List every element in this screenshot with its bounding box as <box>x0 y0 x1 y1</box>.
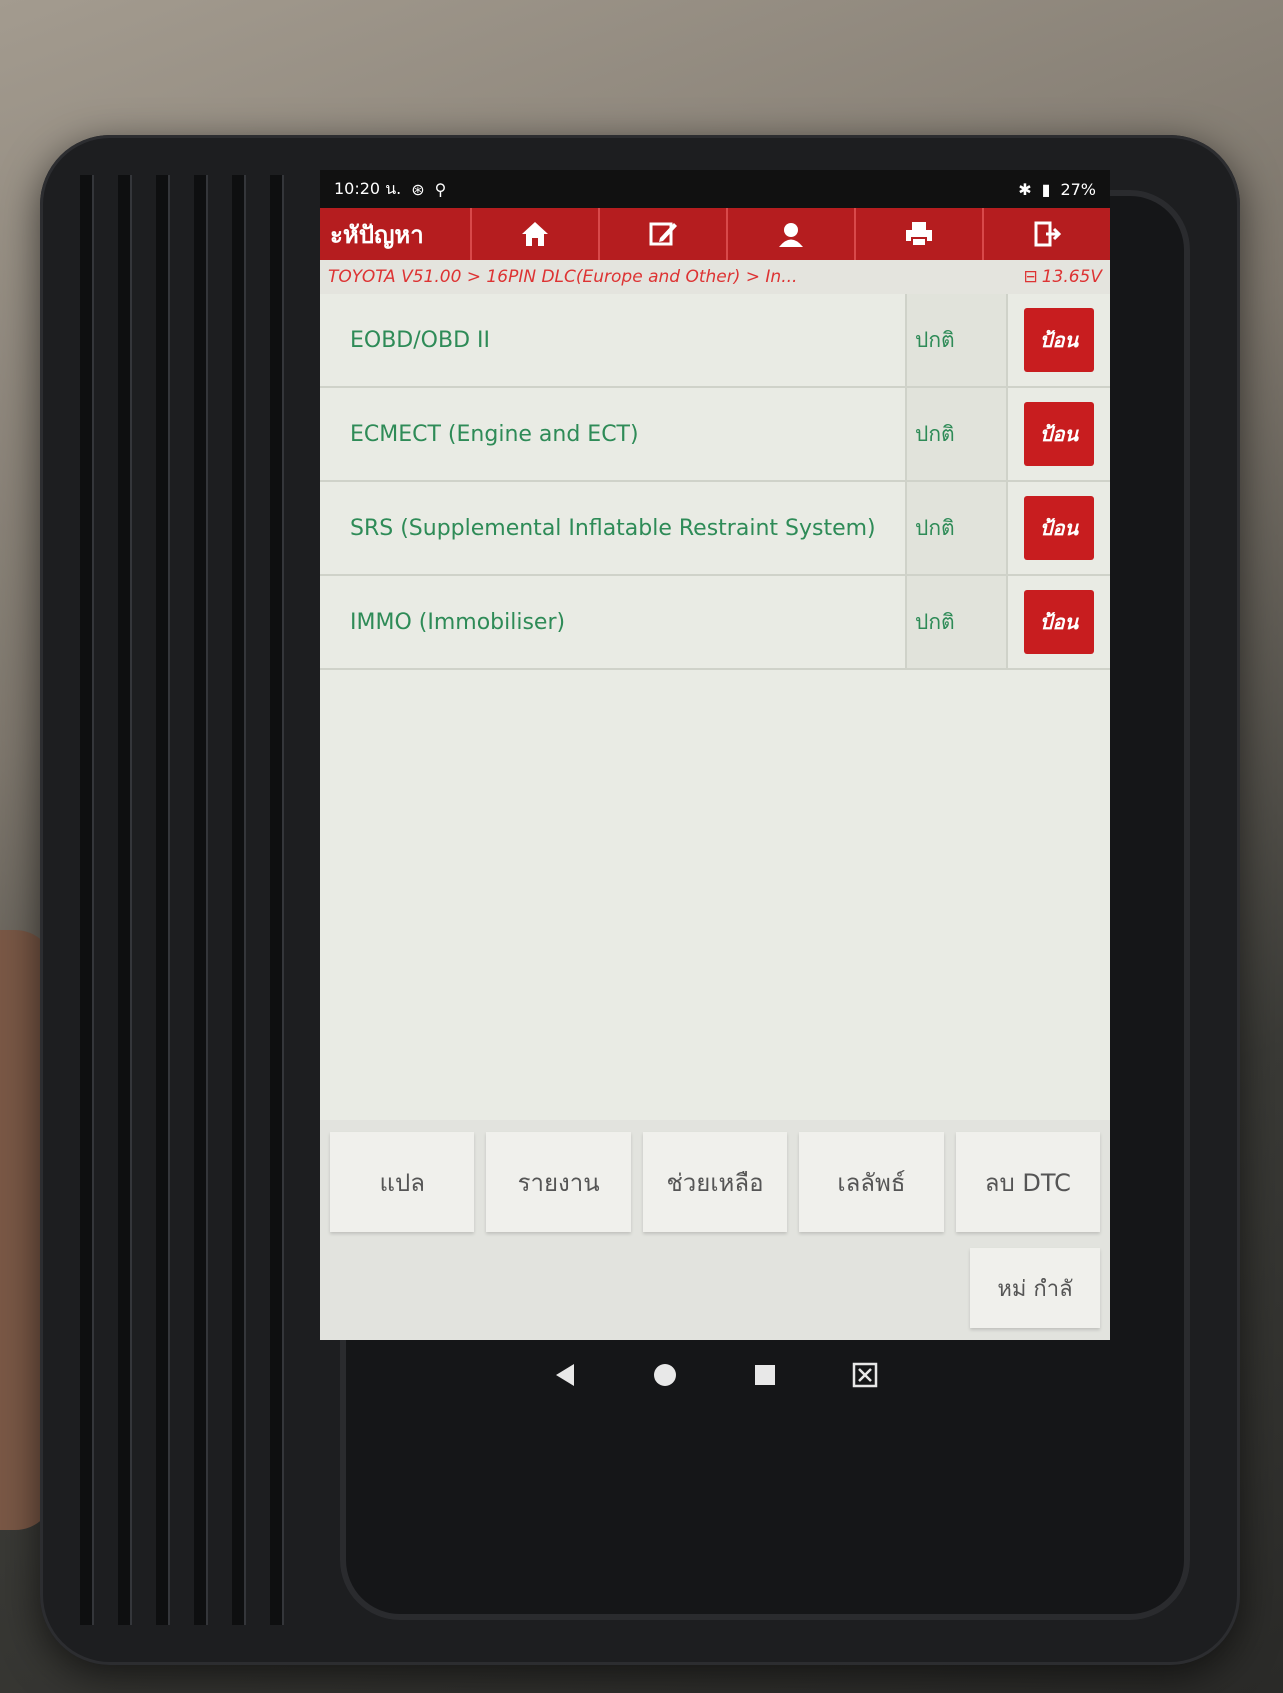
system-row: IMMO (Immobiliser) ปกติ ป้อน <box>320 575 1110 670</box>
exit-button[interactable] <box>982 208 1110 260</box>
battery-icon: ▮ <box>1041 179 1051 199</box>
enter-button[interactable]: ป้อน <box>1024 308 1094 372</box>
results-button[interactable]: เลลัพธ์ <box>799 1132 944 1232</box>
system-name: EOBD/OBD II <box>320 294 906 388</box>
edit-icon <box>649 222 677 246</box>
voltage-readout: ⊟ 13.65V <box>1023 267 1102 287</box>
system-name: IMMO (Immobiliser) <box>320 575 906 670</box>
tablet-grip <box>40 135 310 1665</box>
system-row: ECMECT (Engine and ECT) ปกติ ป้อน <box>320 387 1110 482</box>
usb-icon: ⚲ <box>434 179 447 199</box>
system-name: SRS (Supplemental Inflatable Restraint S… <box>320 481 906 576</box>
system-row: SRS (Supplemental Inflatable Restraint S… <box>320 481 1110 576</box>
next-button[interactable]: หม่ กำลั <box>970 1248 1100 1328</box>
battery-level: 27% <box>1060 179 1096 199</box>
enter-button[interactable]: ป้อน <box>1024 496 1094 560</box>
user-button[interactable] <box>726 208 854 260</box>
clear-dtc-button[interactable]: ลบ DTC <box>955 1132 1101 1232</box>
help-button[interactable]: ช่วยเหลือ <box>642 1132 788 1232</box>
function-bar: แปล รายงาน ช่วยเหลือ เลลัพธ์ ลบ DTC หม่ … <box>320 1120 1110 1340</box>
page-title: ะหัปัญหา <box>330 220 424 249</box>
screenshot-icon[interactable] <box>850 1360 880 1390</box>
system-list: EOBD/OBD II ปกติ ป้อน ECMECT (Engine and… <box>320 294 1110 670</box>
app-toolbar: ะหัปัญหา <box>320 208 1110 260</box>
translate-button[interactable]: แปล <box>330 1132 475 1232</box>
system-name: ECMECT (Engine and ECT) <box>320 387 906 482</box>
status-bar: 10:20 น. ⊛ ⚲ ✱ ▮ 27% <box>320 170 1110 208</box>
enter-button[interactable]: ป้อน <box>1024 402 1094 466</box>
breadcrumb-path: TOYOTA V51.00 > 16PIN DLC(Europe and Oth… <box>328 267 798 287</box>
home-button[interactable] <box>470 208 598 260</box>
car-battery-icon: ⊟ <box>1023 267 1038 287</box>
system-status: ปกติ <box>905 387 1008 482</box>
screen: 10:20 น. ⊛ ⚲ ✱ ▮ 27% ะหัปัญหา TOYOTA V51… <box>320 170 1110 1340</box>
back-icon[interactable] <box>550 1360 580 1390</box>
exit-icon <box>1034 221 1062 247</box>
report-button[interactable]: รายงาน <box>486 1132 631 1232</box>
system-status: ปกติ <box>905 294 1008 388</box>
edit-button[interactable] <box>598 208 726 260</box>
system-row: EOBD/OBD II ปกติ ป้อน <box>320 294 1110 388</box>
settings-status-icon: ⊛ <box>411 179 425 199</box>
user-icon <box>779 223 803 247</box>
home-icon <box>522 222 548 246</box>
enter-button[interactable]: ป้อน <box>1024 590 1094 654</box>
clock: 10:20 น. <box>334 178 402 198</box>
bluetooth-icon: ✱ <box>1018 179 1032 199</box>
system-status: ปกติ <box>905 575 1008 670</box>
voltage-value: 13.65V <box>1041 267 1102 287</box>
print-button[interactable] <box>854 208 982 260</box>
print-icon <box>906 222 932 247</box>
breadcrumb: TOYOTA V51.00 > 16PIN DLC(Europe and Oth… <box>320 260 1110 294</box>
system-status: ปกติ <box>905 481 1008 576</box>
android-nav-bar <box>320 1340 1110 1410</box>
home-nav-icon[interactable] <box>650 1360 680 1390</box>
recents-icon[interactable] <box>750 1360 780 1390</box>
